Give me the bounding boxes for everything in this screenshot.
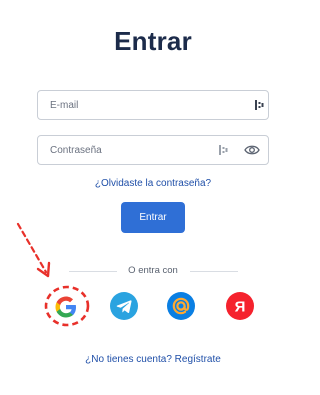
password-field[interactable]	[38, 136, 240, 164]
mailru-login-button[interactable]	[167, 292, 195, 320]
show-password-eye-icon[interactable]	[244, 144, 260, 156]
yandex-letter: Я	[235, 299, 246, 316]
login-button[interactable]: Entrar	[121, 202, 185, 233]
google-login-button[interactable]	[52, 293, 80, 321]
yandex-icon: Я	[235, 299, 246, 316]
annotation-arrow-icon	[16, 222, 51, 278]
yandex-login-button[interactable]: Я	[226, 292, 254, 320]
password-manager-icon[interactable]	[254, 99, 264, 111]
signup-link[interactable]: ¿No tienes cuenta? Regístrate	[0, 354, 306, 365]
mailru-icon	[172, 297, 190, 315]
google-icon	[55, 296, 76, 318]
telegram-login-button[interactable]	[110, 292, 138, 320]
password-manager-icon[interactable]	[218, 144, 228, 156]
email-field-container	[37, 90, 269, 120]
page-title: Entrar	[114, 26, 192, 56]
divider-line-right	[190, 271, 238, 272]
password-field-container	[37, 135, 269, 165]
email-field[interactable]	[38, 91, 240, 119]
forgot-password-link[interactable]: ¿Olvidaste la contraseña?	[0, 178, 306, 189]
telegram-icon	[116, 300, 132, 314]
